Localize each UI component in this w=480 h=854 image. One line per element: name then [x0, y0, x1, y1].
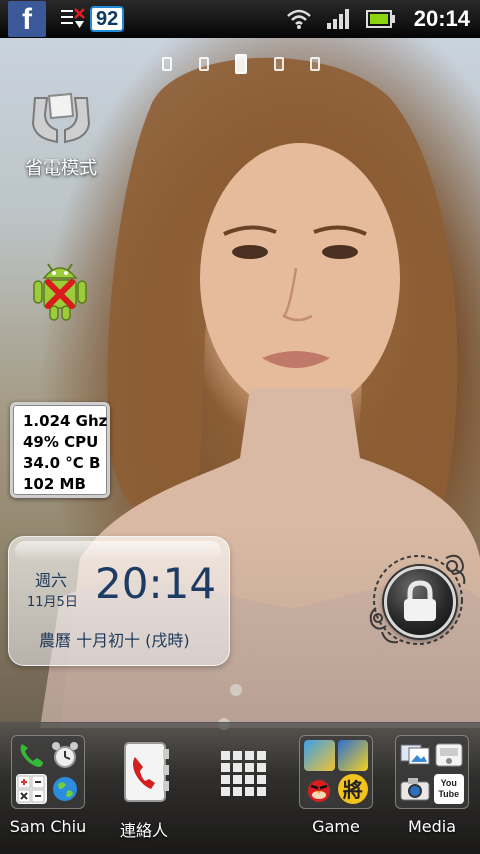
chess-game-icon: 將 — [337, 773, 368, 804]
battery-temperature: 34.0 °C B — [23, 454, 101, 472]
contacts-icon — [124, 742, 169, 802]
folder-icon: You Tube — [395, 735, 469, 809]
game-icon — [337, 740, 368, 771]
browser-globe-icon — [50, 774, 81, 805]
dock-folder-sam-chiu[interactable]: Sam Chiu — [0, 735, 96, 836]
dock-label: Sam Chiu — [9, 817, 87, 836]
folder-icon — [11, 735, 85, 809]
dock-folder-game[interactable]: 將 Game — [288, 735, 384, 836]
power-save-icon — [31, 92, 91, 144]
folder-icon: 將 — [299, 735, 373, 809]
android-robot-icon — [33, 263, 87, 321]
page-dot[interactable] — [310, 57, 320, 71]
page-dot[interactable] — [273, 57, 284, 71]
notification-icon[interactable] — [60, 6, 86, 32]
camera-icon — [400, 774, 431, 805]
app-drawer-button[interactable] — [192, 735, 288, 817]
angry-birds-icon — [304, 773, 335, 804]
dock-folder-media[interactable]: You Tube Media — [384, 735, 480, 836]
clock-weekday: 週六 — [35, 571, 68, 590]
status-time: 20:14 — [413, 6, 470, 31]
dock: Sam Chiu 連絡人 將 Game You Tube Media — [0, 722, 480, 854]
cpu-monitor-widget[interactable]: 1.024 Ghz 49% CPU 34.0 °C B 102 MB — [10, 402, 110, 498]
lunar-date: 農曆 十月初十 (戌時) — [39, 631, 190, 650]
game-icon — [304, 740, 335, 771]
music-player-icon — [434, 740, 465, 771]
page-dot[interactable] — [198, 57, 209, 71]
android-task-killer-shortcut[interactable] — [28, 254, 92, 322]
alarm-clock-icon — [50, 740, 81, 771]
free-memory: 102 MB — [23, 475, 86, 493]
phone-icon — [16, 740, 47, 771]
dock-contacts[interactable]: 連絡人 — [96, 735, 192, 841]
dock-label: Media — [407, 817, 457, 836]
clock-date: 11月5日 — [27, 595, 78, 610]
app-grid-icon — [221, 751, 266, 796]
signal-icon — [326, 9, 349, 29]
battery-level-badge[interactable]: 92 — [90, 6, 125, 32]
page-dot-active[interactable] — [235, 54, 247, 74]
dock-label: 連絡人 — [119, 821, 168, 840]
facebook-icon[interactable]: f — [8, 1, 46, 37]
cpu-frequency: 1.024 Ghz — [23, 412, 108, 430]
youtube-icon: You Tube — [433, 773, 464, 804]
clock-widget[interactable]: 週六 11月5日 20:14 農曆 十月初十 (戌時) — [8, 536, 230, 666]
clock-time: 20:14 — [95, 559, 217, 608]
calculator-icon — [16, 773, 47, 804]
dock-label: Game — [312, 817, 360, 836]
lock-icon — [404, 580, 436, 621]
status-bar: f 92 20:14 — [0, 0, 480, 38]
page-dot[interactable] — [162, 57, 172, 71]
power-save-label: 省電模式 — [25, 158, 97, 179]
cpu-usage: 49% CPU — [23, 433, 99, 451]
screen-lock-button[interactable] — [384, 566, 456, 638]
gallery-icon — [400, 740, 431, 771]
battery-icon — [365, 10, 395, 28]
power-save-shortcut[interactable]: 省電模式 — [14, 90, 108, 180]
page-indicator[interactable] — [162, 54, 320, 74]
wifi-icon — [286, 9, 311, 29]
